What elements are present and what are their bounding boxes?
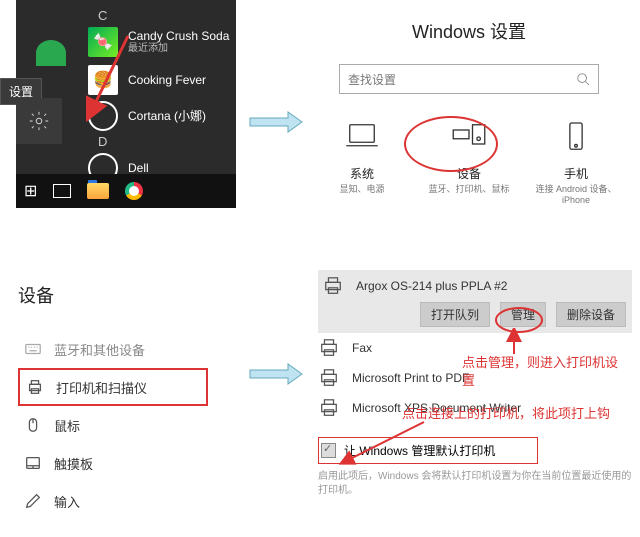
burger-tile-icon: 🍔 [88, 65, 118, 95]
cat-title: 系统 [314, 165, 410, 182]
printer-icon [26, 378, 44, 396]
printer-label: Microsoft Print to PDF [352, 371, 469, 385]
printer-icon [318, 368, 340, 388]
page-title: Windows 设置 [304, 18, 634, 44]
sidebar-label: 蓝牙和其他设备 [54, 340, 145, 359]
devices-icon [448, 118, 490, 156]
checkbox-label: 让 Windows 管理默认打印机 [344, 442, 495, 459]
search-input[interactable]: 查找设置 [339, 64, 599, 94]
printer-item-argox[interactable]: Argox OS-214 plus PPLA #2 打开队列 管理 删除设备 [318, 270, 632, 333]
open-queue-button[interactable]: 打开队列 [420, 302, 490, 327]
taskview-icon[interactable] [53, 184, 71, 198]
sidebar-header: 设备 [18, 282, 208, 308]
printer-icon [318, 398, 340, 418]
taskbar: ⊞ [16, 174, 236, 208]
app-title: Candy Crush Soda [128, 29, 229, 43]
manage-button[interactable]: 管理 [500, 302, 546, 327]
windows-start-icon[interactable]: ⊞ [24, 181, 37, 201]
category-row: 系统 显知、电源 设备 蓝牙、打印机、鼠标 手机 连接 Android 设备、i… [304, 118, 634, 205]
touchpad-icon [24, 454, 42, 472]
cat-sub: 连接 Android 设备、iPhone [528, 182, 624, 205]
app-row-candy[interactable]: 🍬 Candy Crush Soda 最近添加 [88, 24, 236, 60]
search-icon [576, 72, 590, 86]
app-subtitle: 最近添加 [128, 43, 229, 55]
sidebar-label: 打印机和扫描仪 [56, 378, 147, 397]
printer-actions: 打开队列 管理 删除设备 [318, 302, 632, 327]
app-row-cooking[interactable]: 🍔 Cooking Fever [88, 62, 236, 98]
keyboard-icon [24, 340, 42, 358]
checkbox-icon[interactable] [321, 443, 336, 458]
printer-label: Fax [352, 341, 372, 355]
annotation-note-2: 点击连接上的打印机，将此项打上钩 [402, 405, 622, 423]
avatar-partial-icon [36, 40, 66, 66]
cortana-ring-icon [88, 101, 118, 131]
cat-sub: 蓝牙、打印机、鼠标 [421, 182, 517, 195]
sidebar-item-printers[interactable]: 打印机和扫描仪 [18, 368, 208, 406]
phone-icon [555, 118, 597, 156]
printer-icon [318, 338, 340, 358]
settings-gear-button[interactable] [16, 98, 62, 144]
pen-icon [24, 492, 42, 510]
annotation-note-1: 点击管理，则进入打印机设置 [462, 354, 622, 390]
windows-settings-panel: Windows 设置 查找设置 系统 显知、电源 设备 蓝牙、打印机、鼠标 手机… [304, 18, 634, 205]
remove-button[interactable]: 删除设备 [556, 302, 626, 327]
search-placeholder: 查找设置 [348, 71, 396, 88]
sidebar-label: 输入 [54, 492, 80, 511]
laptop-icon [341, 118, 383, 156]
chrome-icon[interactable] [125, 182, 143, 200]
app-label: Candy Crush Soda 最近添加 [128, 29, 229, 55]
sidebar-item-mouse[interactable]: 鼠标 [18, 406, 208, 444]
start-menu-panel: C D 🍬 Candy Crush Soda 最近添加 🍔 Cooking Fe… [16, 0, 236, 194]
mouse-icon [24, 416, 42, 434]
devices-sidebar: 设备 蓝牙和其他设备 打印机和扫描仪 鼠标 触摸板 输入 [18, 282, 208, 520]
file-explorer-icon[interactable] [87, 183, 109, 199]
letter-heading-c: C [98, 8, 107, 23]
category-phone[interactable]: 手机 连接 Android 设备、iPhone [528, 118, 624, 205]
category-devices[interactable]: 设备 蓝牙、打印机、鼠标 [421, 118, 517, 205]
candy-tile-icon: 🍬 [88, 27, 118, 57]
cat-title: 手机 [528, 165, 624, 182]
printer-label: Argox OS-214 plus PPLA #2 [356, 279, 507, 293]
cat-sub: 显知、电源 [314, 182, 410, 195]
app-row-cortana[interactable]: Cortana (小娜) [88, 98, 236, 134]
flow-arrow-1 [248, 110, 304, 134]
cat-title: 设备 [421, 165, 517, 182]
help-text: 启用此项后，Windows 会将默认打印机设置为你在当前位置最近使用的打印机。 [318, 470, 632, 498]
flow-arrow-2 [248, 362, 304, 386]
default-printer-checkbox-row[interactable]: 让 Windows 管理默认打印机 [318, 437, 538, 464]
app-label: Cortana (小娜) [128, 109, 206, 123]
printer-icon [322, 276, 344, 296]
gear-icon [28, 110, 50, 132]
sidebar-label: 鼠标 [54, 416, 80, 435]
sidebar-label: 触摸板 [54, 454, 93, 473]
category-system[interactable]: 系统 显知、电源 [314, 118, 410, 205]
sidebar-item-bluetooth[interactable]: 蓝牙和其他设备 [18, 330, 208, 368]
letter-heading-d: D [98, 134, 107, 149]
app-label: Cooking Fever [128, 73, 206, 87]
sidebar-item-touchpad[interactable]: 触摸板 [18, 444, 208, 482]
sidebar-item-input[interactable]: 输入 [18, 482, 208, 520]
